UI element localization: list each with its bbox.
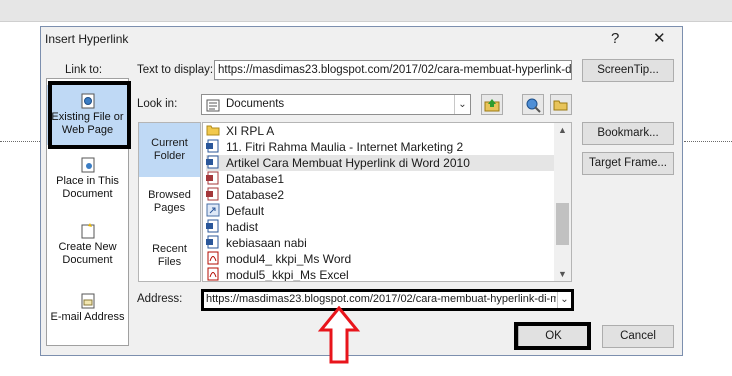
file-list-item[interactable]: kebiasaan nabi — [206, 235, 556, 251]
nav-recent-files[interactable]: Recent Files — [139, 243, 200, 273]
look-in-label: Look in: — [137, 98, 178, 110]
file-list-item-name: modul4_ kkpi_Ms Word — [226, 252, 352, 266]
documents-folder-icon — [206, 99, 220, 112]
file-list-item-name: Database1 — [226, 172, 285, 186]
file-list-item-name: hadist — [226, 220, 259, 234]
address-input[interactable]: https://masdimas23.blogspot.com/2017/02/… — [204, 292, 556, 308]
scroll-up-icon[interactable]: ▲ — [554, 125, 571, 135]
scroll-down-icon[interactable]: ▼ — [554, 269, 571, 279]
file-list-scrollbar[interactable]: ▲ ▼ — [554, 123, 571, 281]
dialog-title: Insert Hyperlink — [45, 32, 129, 46]
pdf-icon — [207, 251, 219, 265]
link-to-email-address[interactable]: E-mail Address — [47, 293, 128, 333]
file-list-item[interactable]: modul4_ kkpi_Ms Word — [206, 251, 556, 267]
screentip-button[interactable]: ScreenTip... — [582, 59, 674, 82]
open-folder-icon — [553, 100, 568, 111]
browse-web-icon — [526, 98, 541, 113]
nav-current-folder[interactable]: Current Folder — [139, 123, 200, 177]
address-label: Address: — [137, 293, 183, 305]
link-to-place-in-document-label: Place in This Document — [56, 175, 119, 200]
chevron-down-icon[interactable]: ⌄ — [454, 95, 470, 114]
link-to-existing-file[interactable]: Existing File or Web Page — [47, 85, 128, 145]
link-to-label: Link to: — [65, 64, 103, 76]
background-window-strip — [0, 0, 732, 22]
help-button[interactable]: ? — [611, 31, 619, 47]
browse-file-button[interactable] — [550, 94, 572, 115]
word-doc-icon — [206, 235, 219, 249]
pdf-icon — [207, 267, 219, 281]
file-list-item-name: 11. Fitri Rahma Maulia - Internet Market… — [226, 140, 464, 154]
link-to-create-new-document-label: Create New Document — [58, 241, 117, 266]
file-list-item[interactable]: XI RPL A — [206, 123, 556, 139]
link-to-existing-file-label: Existing File or Web Page — [51, 111, 124, 136]
file-list-item-name: kebiasaan nabi — [226, 236, 307, 250]
scrollbar-thumb[interactable] — [556, 203, 569, 245]
link-to-place-in-document[interactable]: Place in This Document — [47, 157, 128, 207]
nav-browsed-pages[interactable]: Browsed Pages — [139, 189, 200, 219]
file-list-item-name: Artikel Cara Membuat Hyperlink di Word 2… — [226, 156, 470, 170]
folder-nav-panel: Current Folder Browsed Pages Recent File… — [138, 122, 201, 282]
insert-hyperlink-dialog: Insert Hyperlink ? ✕ Link to: Existing F… — [40, 26, 683, 356]
look-in-value: Documents — [226, 98, 285, 110]
shortcut-icon — [206, 203, 220, 217]
text-to-display-label: Text to display: — [137, 64, 214, 76]
access-db-icon — [206, 171, 219, 185]
folder-icon — [206, 125, 220, 136]
browse-web-button[interactable] — [522, 94, 544, 115]
email-address-icon — [81, 293, 94, 309]
nav-current-folder-label: Current Folder — [151, 137, 188, 162]
bookmark-button[interactable]: Bookmark... — [582, 122, 674, 145]
file-list-item[interactable]: Artikel Cara Membuat Hyperlink di Word 2… — [206, 155, 556, 171]
file-list: XI RPL A 11. Fitri Rahma Maulia - Intern… — [202, 122, 572, 282]
nav-browsed-pages-label: Browsed Pages — [148, 189, 191, 214]
access-db-icon — [206, 187, 219, 201]
place-in-document-icon — [81, 157, 94, 173]
file-list-item[interactable]: 11. Fitri Rahma Maulia - Internet Market… — [206, 139, 556, 155]
text-to-display-input[interactable]: https://masdimas23.blogspot.com/2017/02/… — [214, 60, 572, 80]
link-to-email-address-label: E-mail Address — [50, 311, 125, 323]
annotation-arrow-icon — [317, 306, 361, 364]
file-list-item-name: XI RPL A — [226, 124, 275, 138]
file-list-item[interactable]: modul5_kkpi_Ms Excel — [206, 267, 556, 282]
chevron-down-icon[interactable]: ⌄ — [557, 292, 571, 308]
ok-highlight-box — [514, 322, 591, 350]
file-list-item-name: Database2 — [226, 188, 285, 202]
link-to-panel: Existing File or Web Page Place in This … — [46, 78, 129, 346]
file-list-item[interactable]: Database2 — [206, 187, 556, 203]
link-to-create-new-document[interactable]: Create New Document — [47, 223, 128, 273]
word-doc-icon — [206, 219, 219, 233]
word-doc-icon — [206, 155, 219, 169]
nav-recent-files-label: Recent Files — [152, 243, 187, 268]
file-list-item-name: Default — [226, 204, 265, 218]
existing-file-web-page-icon — [81, 93, 94, 109]
address-highlight-box: https://masdimas23.blogspot.com/2017/02/… — [201, 289, 574, 311]
up-one-folder-button[interactable] — [481, 94, 503, 115]
cancel-button[interactable]: Cancel — [602, 325, 674, 348]
background-dotted-line — [0, 141, 40, 142]
close-button[interactable]: ✕ — [653, 31, 666, 47]
file-list-item-name: modul5_kkpi_Ms Excel — [226, 268, 349, 282]
file-list-item[interactable]: Default — [206, 203, 556, 219]
create-new-document-icon — [81, 223, 94, 239]
look-in-dropdown[interactable]: Documents ⌄ — [201, 94, 471, 115]
up-folder-icon — [484, 99, 500, 112]
file-list-item[interactable]: hadist — [206, 219, 556, 235]
target-frame-button[interactable]: Target Frame... — [582, 152, 674, 175]
background-dotted-line — [684, 141, 732, 142]
file-list-item[interactable]: Database1 — [206, 171, 556, 187]
word-doc-icon — [206, 139, 219, 153]
